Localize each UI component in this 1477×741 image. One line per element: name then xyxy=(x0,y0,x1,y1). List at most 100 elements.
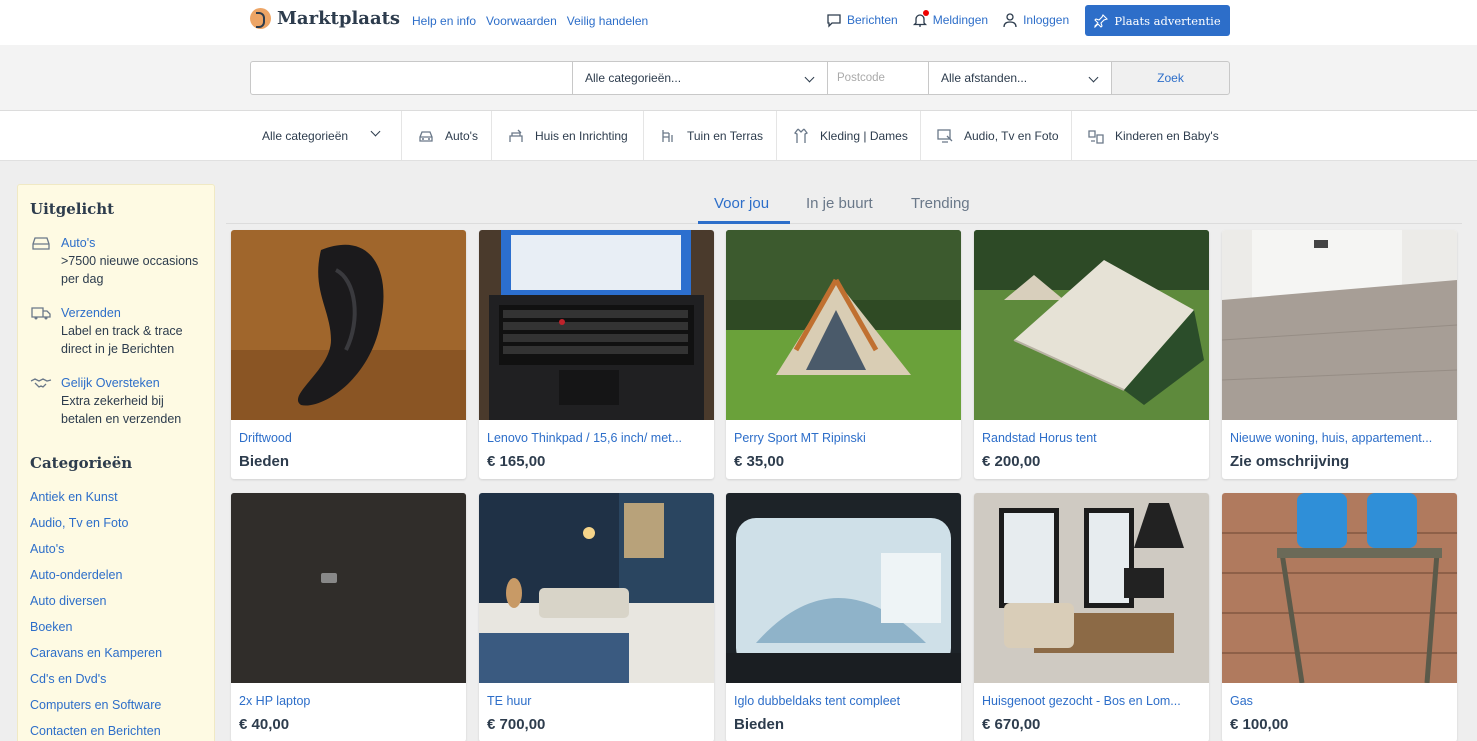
listing-price: € 100,00 xyxy=(1230,716,1289,733)
listing-card[interactable]: Lenovo Thinkpad / 15,6 inch/ met... € 16… xyxy=(479,230,714,479)
top-header: Marktplaats Help en info Voorwaarden Vei… xyxy=(0,0,1477,45)
featured-heading: Uitgelicht xyxy=(30,200,115,218)
all-categories-dropdown[interactable]: Alle categorieën xyxy=(250,111,402,160)
listing-card[interactable]: 2x HP laptop € 40,00 xyxy=(231,493,466,741)
listing-image xyxy=(974,230,1209,420)
search-input[interactable] xyxy=(250,61,573,95)
listing-title[interactable]: Perry Sport MT Ripinski xyxy=(734,431,954,445)
distance-select[interactable]: Alle afstanden... xyxy=(928,61,1112,95)
nav-category-kids[interactable]: Kinderen en Baby's xyxy=(1072,111,1232,160)
listing-price: € 200,00 xyxy=(982,453,1041,470)
listing-image xyxy=(231,493,466,683)
nav-category-audio[interactable]: Audio, Tv en Foto xyxy=(921,111,1072,160)
login-label: Inloggen xyxy=(1023,13,1070,27)
listing-title[interactable]: Lenovo Thinkpad / 15,6 inch/ met... xyxy=(487,431,707,445)
listing-card[interactable]: Gas € 100,00 xyxy=(1222,493,1457,741)
listing-title[interactable]: 2x HP laptop xyxy=(239,694,459,708)
terms-link[interactable]: Voorwaarden xyxy=(486,14,557,28)
listing-title[interactable]: Randstad Horus tent xyxy=(982,431,1202,445)
safe-trading-link[interactable]: Veilig handelen xyxy=(567,14,648,28)
featured-item-safe-trade[interactable]: Gelijk Oversteken Extra zekerheid bij be… xyxy=(30,374,201,428)
furniture-icon xyxy=(509,129,523,142)
category-link[interactable]: Auto diversen xyxy=(30,591,162,617)
user-icon xyxy=(1003,13,1017,28)
featured-link[interactable]: Verzenden xyxy=(61,304,201,322)
nav-category-garden[interactable]: Tuin en Terras xyxy=(644,111,777,160)
featured-link[interactable]: Auto's xyxy=(61,234,201,252)
chevron-down-icon xyxy=(370,126,381,137)
listing-price: € 40,00 xyxy=(239,716,290,733)
tv-icon xyxy=(937,128,953,143)
listing-title[interactable]: Nieuwe woning, huis, appartement... xyxy=(1230,431,1450,445)
postcode-input[interactable]: Postcode xyxy=(827,61,929,95)
listing-title[interactable]: Driftwood xyxy=(239,431,459,445)
listing-card[interactable]: Iglo dubbeldaks tent compleet Bieden xyxy=(726,493,961,741)
nav-category-autos[interactable]: Auto's xyxy=(402,111,492,160)
category-select[interactable]: Alle categorieën... xyxy=(572,61,828,95)
tab-nearby[interactable]: In je buurt xyxy=(806,195,873,212)
nav-category-label: Huis en Inrichting xyxy=(535,128,628,143)
marktplaats-logo[interactable]: Marktplaats xyxy=(250,8,400,29)
category-link[interactable]: Boeken xyxy=(30,617,162,643)
featured-desc: Label en track & trace direct in je Beri… xyxy=(61,324,183,356)
category-link[interactable]: Computers en Software xyxy=(30,695,162,721)
messages-link[interactable]: Berichten xyxy=(826,12,898,28)
listing-title[interactable]: Gas xyxy=(1230,694,1450,708)
pin-icon xyxy=(1094,13,1109,28)
tab-for-you[interactable]: Voor jou xyxy=(714,195,769,212)
nav-category-label: Tuin en Terras xyxy=(687,128,764,143)
notifications-link[interactable]: Meldingen xyxy=(912,10,989,28)
listing-card[interactable]: TE huur € 700,00 xyxy=(479,493,714,741)
category-nav: Alle categorieën Auto's Huis en Inrichti… xyxy=(0,111,1477,161)
search-bar: Alle categorieën... Postcode Alle afstan… xyxy=(0,45,1477,111)
listing-card[interactable]: Huisgenoot gezocht - Bos en Lom... € 670… xyxy=(974,493,1209,741)
sidebar: Uitgelicht Auto's >7500 nieuwe occasions… xyxy=(17,184,215,741)
place-ad-button[interactable]: Plaats advertentie xyxy=(1085,5,1230,36)
category-list: Antiek en Kunst Audio, Tv en Foto Auto's… xyxy=(30,487,162,741)
category-link[interactable]: Auto's xyxy=(30,539,162,565)
chat-icon xyxy=(827,14,841,28)
active-tab-indicator xyxy=(698,221,790,224)
listing-title[interactable]: Iglo dubbeldaks tent compleet xyxy=(734,694,954,708)
categories-heading: Categorieën xyxy=(30,454,133,472)
tab-trending[interactable]: Trending xyxy=(911,195,970,212)
clothing-icon xyxy=(794,128,808,143)
listing-price: € 670,00 xyxy=(982,716,1041,733)
listing-title[interactable]: TE huur xyxy=(487,694,707,708)
top-links: Help en info Voorwaarden Veilig handelen xyxy=(412,14,648,28)
category-link[interactable]: Cd's en Dvd's xyxy=(30,669,162,695)
category-link[interactable]: Caravans en Kamperen xyxy=(30,643,162,669)
category-link[interactable]: Antiek en Kunst xyxy=(30,487,162,513)
logo-text: Marktplaats xyxy=(277,8,401,29)
listing-price: Bieden xyxy=(734,716,785,733)
listing-card[interactable]: Randstad Horus tent € 200,00 xyxy=(974,230,1209,479)
featured-item-autos[interactable]: Auto's >7500 nieuwe occasions per dag xyxy=(30,234,201,288)
featured-link[interactable]: Gelijk Oversteken xyxy=(61,374,201,392)
category-link[interactable]: Contacten en Berichten xyxy=(30,721,162,741)
nav-category-home[interactable]: Huis en Inrichting xyxy=(492,111,644,160)
listing-card[interactable]: Driftwood Bieden xyxy=(231,230,466,479)
listing-price: € 700,00 xyxy=(487,716,546,733)
listing-card[interactable]: Nieuwe woning, huis, appartement... Zie … xyxy=(1222,230,1457,479)
help-link[interactable]: Help en info xyxy=(412,14,476,28)
listing-card[interactable]: Perry Sport MT Ripinski € 35,00 xyxy=(726,230,961,479)
category-link[interactable]: Auto-onderdelen xyxy=(30,565,162,591)
featured-desc: Extra zekerheid bij betalen en verzenden xyxy=(61,394,182,426)
listing-image xyxy=(726,230,961,420)
featured-item-shipping[interactable]: Verzenden Label en track & trace direct … xyxy=(30,304,201,358)
login-link[interactable]: Inloggen xyxy=(1002,12,1069,28)
listing-image xyxy=(726,493,961,683)
notifications-label: Meldingen xyxy=(932,13,989,27)
nav-category-label: Audio, Tv en Foto xyxy=(964,128,1059,143)
category-select-value: Alle categorieën... xyxy=(585,71,682,85)
chevron-down-icon xyxy=(804,72,815,83)
feed-tabs: Voor jou In je buurt Trending xyxy=(226,184,1462,224)
chevron-down-icon xyxy=(1088,72,1099,83)
search-button[interactable]: Zoek xyxy=(1111,61,1230,95)
all-categories-label: Alle categorieën xyxy=(262,128,349,143)
user-nav: Berichten Meldingen Inloggen xyxy=(826,10,1069,28)
listing-image xyxy=(1222,230,1457,420)
nav-category-clothing[interactable]: Kleding | Dames xyxy=(777,111,921,160)
listing-title[interactable]: Huisgenoot gezocht - Bos en Lom... xyxy=(982,694,1202,708)
category-link[interactable]: Audio, Tv en Foto xyxy=(30,513,162,539)
